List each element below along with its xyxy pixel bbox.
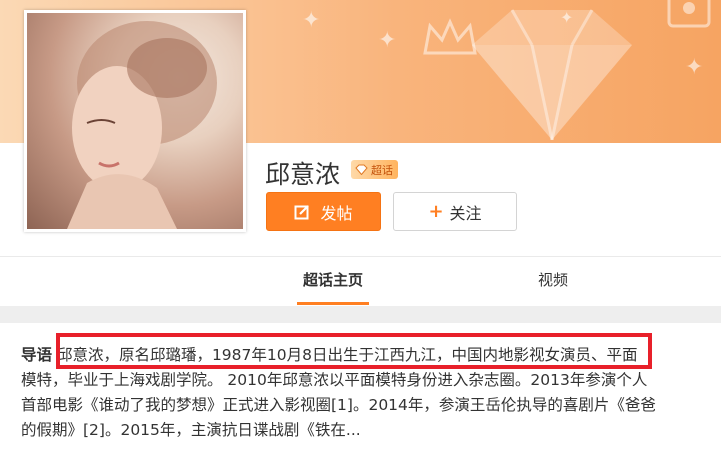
badge-label: 超话 bbox=[371, 163, 393, 177]
tab-video[interactable]: 视频 bbox=[522, 257, 584, 307]
plus-icon: + bbox=[428, 201, 444, 222]
post-button-label: 发帖 bbox=[320, 203, 353, 223]
intro-label: 导语 bbox=[21, 346, 53, 364]
super-topic-badge: 超话 bbox=[351, 160, 398, 179]
diamond-icon bbox=[355, 164, 368, 175]
crown-decoration-icon bbox=[423, 18, 477, 55]
page-title: 邱意浓 bbox=[265, 160, 341, 189]
sparkle-icon: ✦ bbox=[685, 55, 704, 80]
intro-line-4: 的假期》[2]。2015年，主演抗日谍战剧《铁在... bbox=[21, 421, 361, 439]
sparkle-icon: ✦ bbox=[560, 8, 574, 27]
tab-super-topic-home[interactable]: 超话主页 bbox=[297, 257, 369, 307]
follow-button-label: 关注 bbox=[449, 203, 482, 223]
sparkle-icon: ✦ bbox=[302, 8, 321, 33]
annotation-highlight-box bbox=[56, 333, 652, 369]
edit-icon bbox=[294, 204, 310, 219]
user-decoration-icon bbox=[667, 0, 711, 28]
follow-button[interactable]: + 关注 bbox=[393, 192, 517, 231]
intro-line-3: 首部电影《谁动了我的梦想》正式进入影视圈[1]。2014年，参演王岳伦执导的喜剧… bbox=[21, 396, 656, 414]
post-button[interactable]: 发帖 bbox=[266, 192, 381, 231]
sparkle-icon: ✦ bbox=[378, 28, 397, 53]
avatar[interactable] bbox=[24, 10, 246, 232]
diamond-decoration-icon bbox=[472, 9, 632, 140]
avatar-image bbox=[27, 13, 243, 229]
tab-bar: 超话主页 视频 bbox=[0, 256, 721, 307]
intro-line-2: 模特，毕业于上海戏剧学院。 2010年邱意浓以平面模特身份进入杂志圈。2013年… bbox=[21, 371, 648, 389]
